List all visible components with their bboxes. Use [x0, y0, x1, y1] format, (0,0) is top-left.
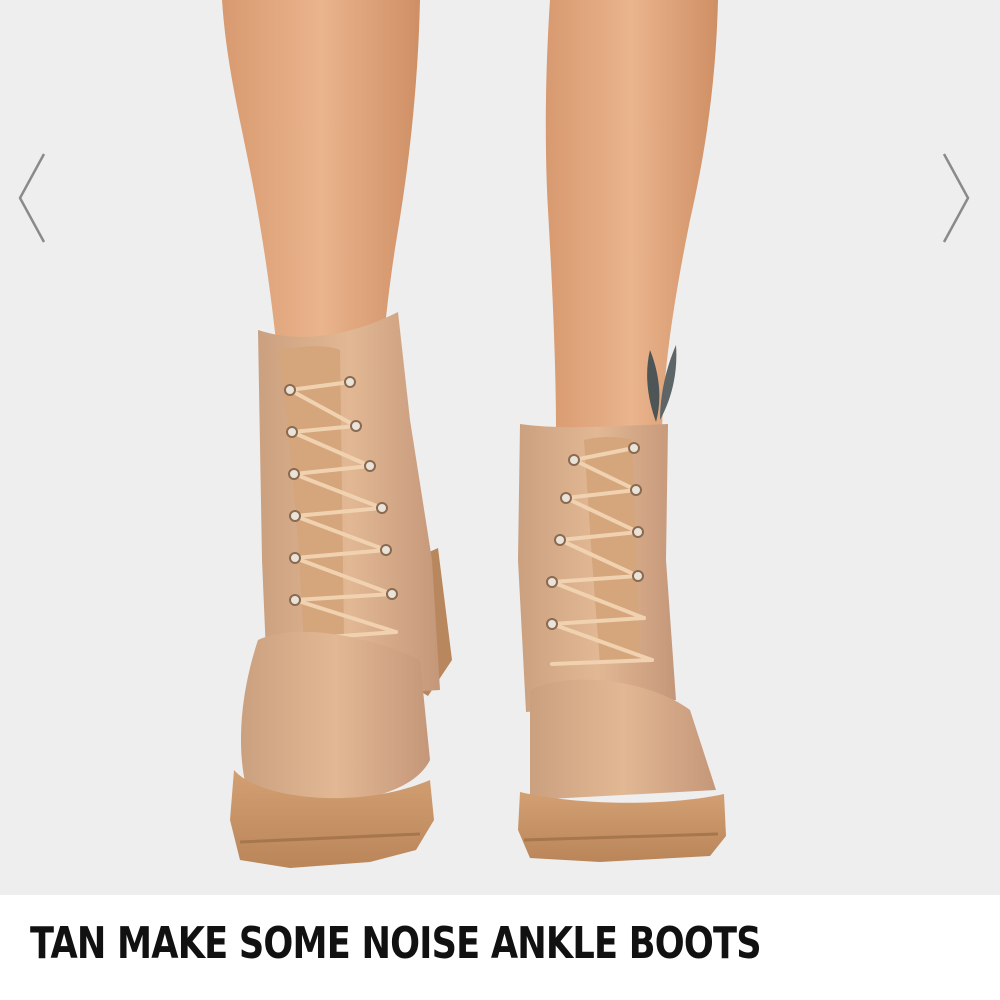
product-photo	[0, 0, 1000, 895]
gallery-prev-button[interactable]	[10, 150, 58, 246]
product-title: TAN MAKE SOME NOISE ANKLE BOOTS	[30, 918, 762, 969]
product-image-gallery[interactable]	[0, 0, 1000, 895]
chevron-right-icon	[942, 153, 970, 243]
gallery-next-button[interactable]	[930, 150, 978, 246]
chevron-left-icon	[18, 153, 46, 243]
